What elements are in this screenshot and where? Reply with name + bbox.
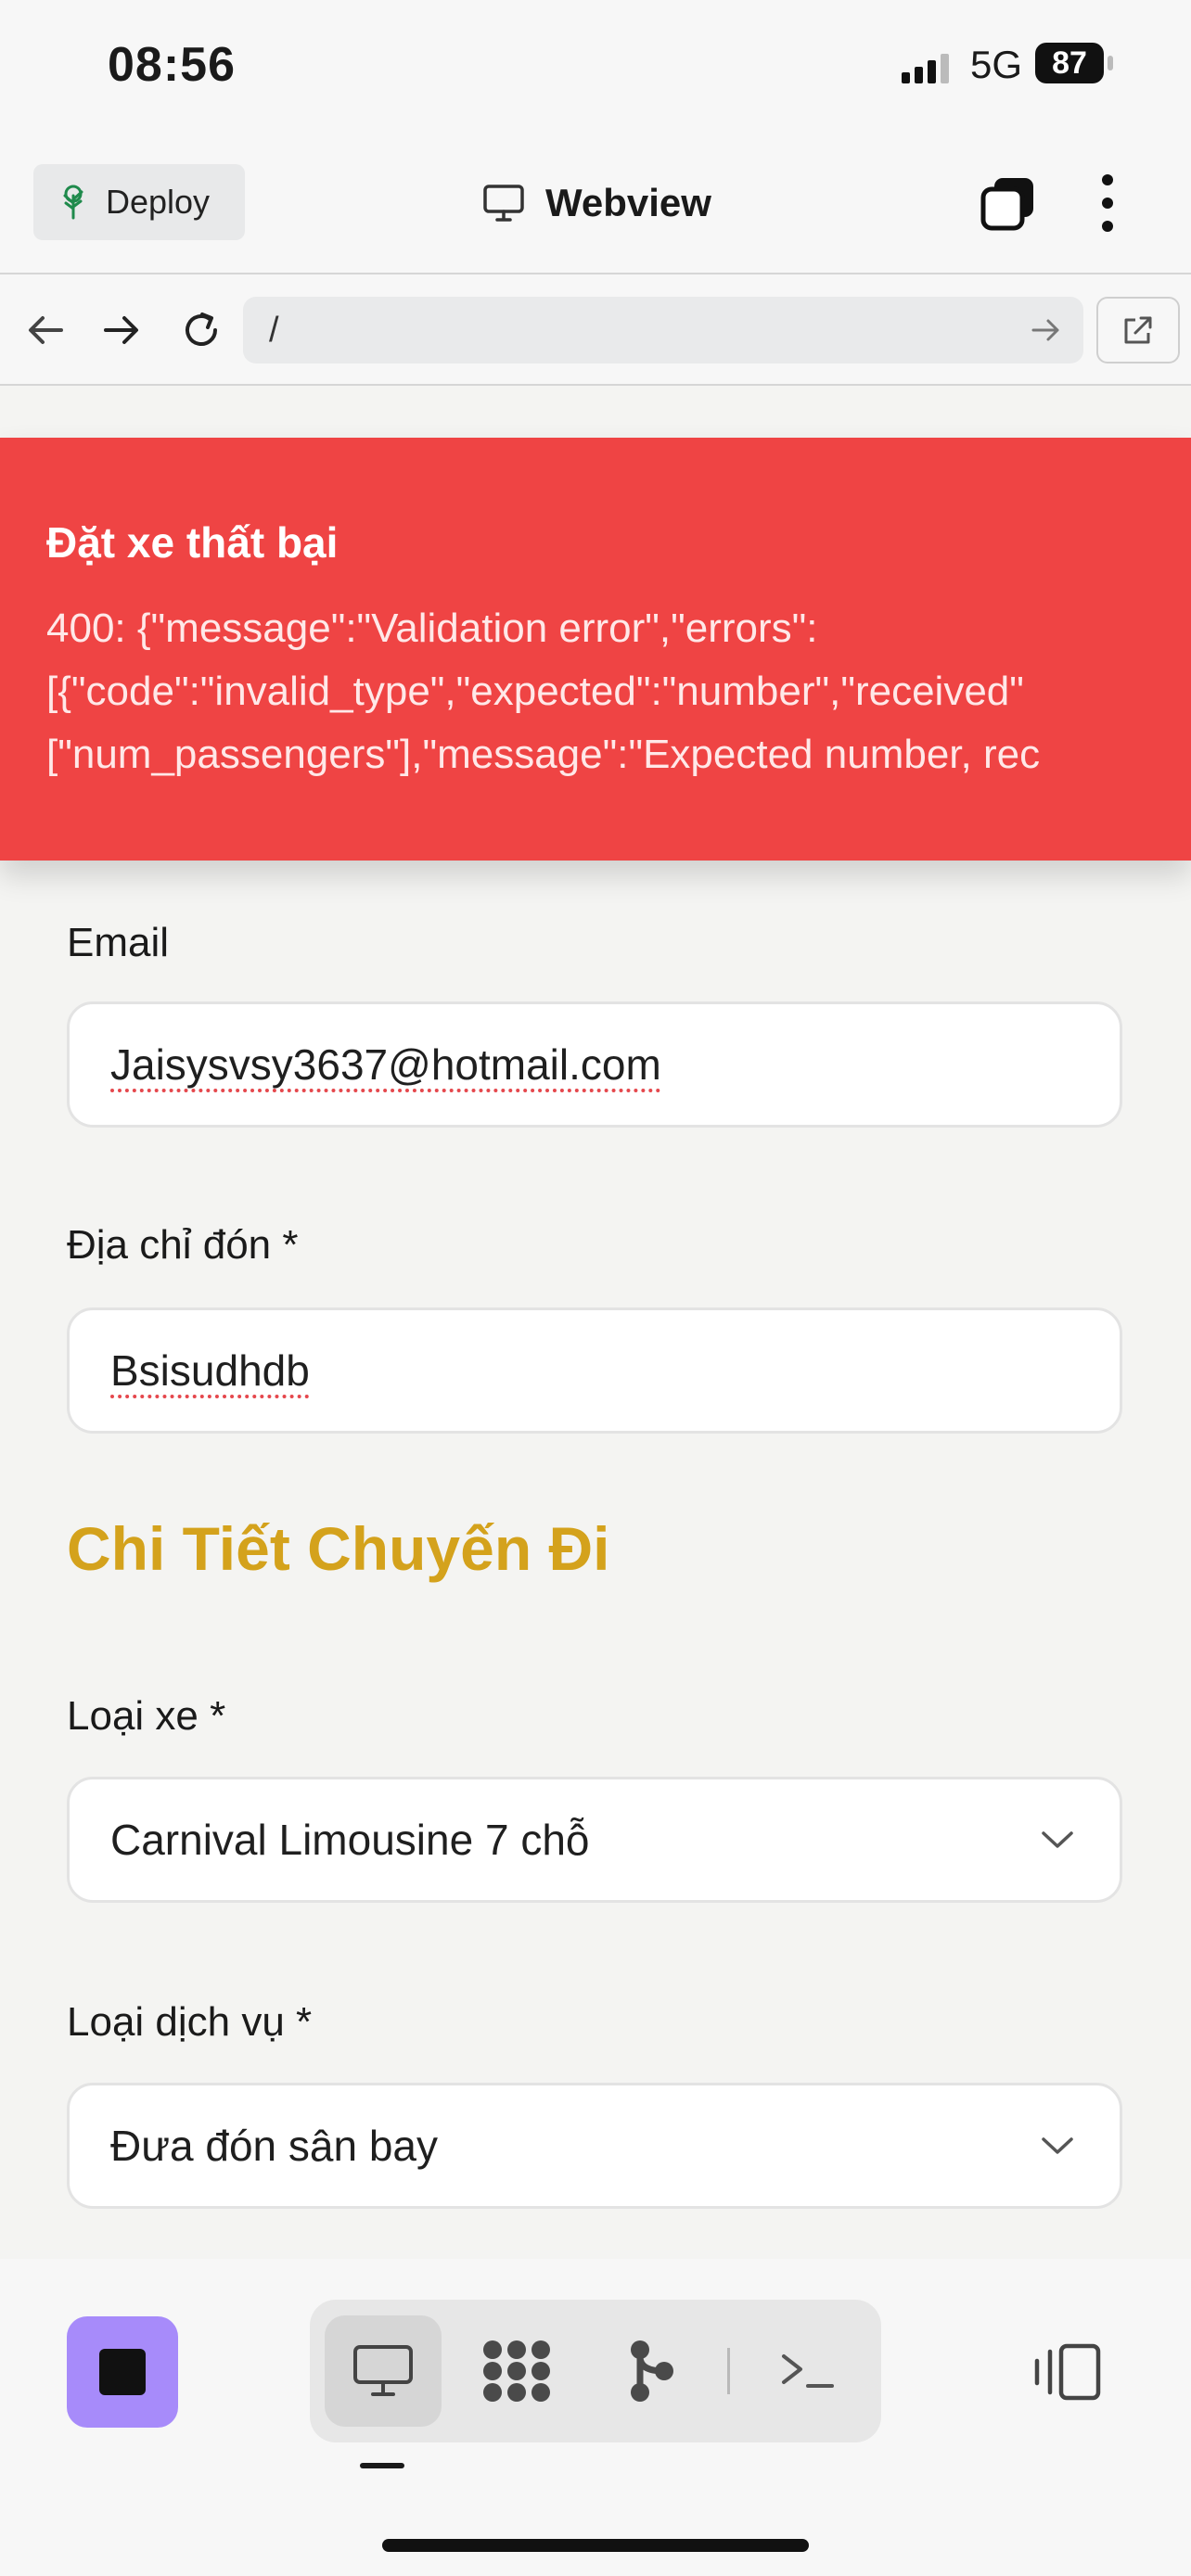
error-toast: Đặt xe thất bại 400: {"message":"Validat… <box>0 438 1191 861</box>
workspace-tab[interactable] <box>458 2315 575 2427</box>
deploy-button[interactable]: Deploy <box>33 164 245 240</box>
terminal-icon <box>782 2354 834 2388</box>
status-time: 08:56 <box>108 38 236 92</box>
go-arrow-icon[interactable] <box>1028 313 1065 347</box>
open-external-button[interactable] <box>1096 297 1180 363</box>
deploy-label: Deploy <box>106 183 211 221</box>
email-field[interactable]: Jaisysvsy3637@hotmail.com <box>67 1001 1122 1128</box>
pickup-address-field[interactable]: Bsisudhdb <box>67 1307 1122 1434</box>
reload-icon[interactable] <box>178 307 224 353</box>
service-type-select[interactable]: Đưa đón sân bay <box>67 2083 1122 2209</box>
vehicle-type-select[interactable]: Carnival Limousine 7 chỗ <box>67 1777 1122 1903</box>
email-label: Email <box>67 920 170 965</box>
battery-icon: 87 <box>1035 43 1104 83</box>
url-input[interactable]: / <box>243 297 1083 363</box>
webview-icon <box>353 2345 413 2396</box>
stop-icon <box>99 2349 146 2395</box>
trip-details-heading: Chi Tiết Chuyến Đi <box>67 1514 610 1583</box>
forward-icon[interactable] <box>98 307 145 353</box>
deploy-icon <box>63 185 83 220</box>
more-icon[interactable] <box>1087 172 1128 234</box>
pickup-address-value: Bsisudhdb <box>110 1346 310 1395</box>
service-type-label: Loại dịch vụ * <box>67 1999 313 2045</box>
vehicle-type-value: Carnival Limousine 7 chỗ <box>110 1816 590 1864</box>
external-link-icon <box>1124 316 1152 344</box>
git-icon <box>631 2340 673 2402</box>
service-type-value: Đưa đón sân bay <box>110 2122 439 2170</box>
monitor-icon <box>483 185 524 222</box>
app-title: Webview <box>482 172 711 234</box>
toast-line: 400: {"message":"Validation error","erro… <box>46 606 818 651</box>
panel-icon[interactable] <box>1033 2342 1102 2402</box>
workspace-icon <box>483 2340 550 2402</box>
toast-line: ["num_passengers"],"message":"Expected n… <box>46 732 1041 777</box>
terminal-tab[interactable] <box>749 2315 866 2427</box>
stop-button[interactable] <box>67 2316 178 2428</box>
email-value: Jaisysvsy3637@hotmail.com <box>110 1040 661 1089</box>
tabs-icon[interactable] <box>980 174 1037 232</box>
git-tab[interactable] <box>592 2315 709 2427</box>
toolbar-divider <box>727 2348 730 2394</box>
chevron-down-icon <box>1042 2137 1073 2154</box>
toast-title: Đặt xe thất bại <box>46 518 339 567</box>
back-icon[interactable] <box>22 307 69 353</box>
pickup-address-label: Địa chỉ đón * <box>67 1222 299 1268</box>
battery-tip <box>1108 56 1113 70</box>
chevron-down-icon <box>1042 1831 1073 1848</box>
active-tab-indicator <box>360 2463 404 2468</box>
toast-line: [{"code":"invalid_type","expected":"numb… <box>46 669 1024 714</box>
app-title-text: Webview <box>545 181 711 224</box>
home-indicator <box>382 2539 809 2552</box>
network-label: 5G <box>970 43 1023 86</box>
toast-message: 400: {"message":"Validation error","erro… <box>46 597 1040 786</box>
battery-level: 87 <box>1052 45 1087 81</box>
webview-tab[interactable] <box>325 2315 442 2427</box>
signal-icon <box>902 54 949 83</box>
vehicle-type-label: Loại xe * <box>67 1693 226 1739</box>
